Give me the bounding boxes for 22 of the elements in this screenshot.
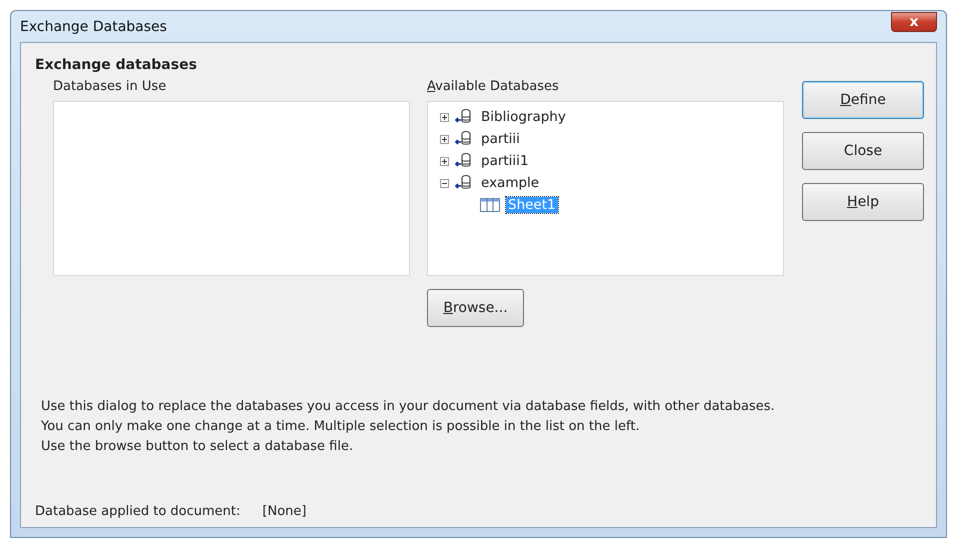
description-text: Use this dialog to replace the databases you access in your document via database fields, with other databases. You can only make one change at a time. Multiple selection is possible in the list on the left. (41, 398, 776, 436)
expander-icon[interactable] (440, 134, 449, 144)
dialog-button[interactable]: Define (802, 81, 924, 119)
expander-icon[interactable] (440, 156, 449, 166)
window-title: Exchange Databases (20, 18, 167, 34)
table-icon (480, 197, 500, 213)
dialog-button[interactable]: Close (802, 132, 924, 170)
available-databases-label: Available Databases (427, 79, 560, 94)
tree-item[interactable]: example (479, 175, 542, 191)
tree-item[interactable]: partiii1 (479, 153, 531, 169)
tree-item[interactable]: partiii (479, 131, 522, 147)
window-close-button[interactable]: x (891, 12, 937, 32)
databases-in-use-label: Databases in Use (53, 79, 168, 94)
dialog-button[interactable]: Help (802, 183, 924, 221)
expander-icon[interactable] (440, 178, 449, 188)
status-value: [None] (262, 504, 306, 519)
tree-item[interactable]: Bibliography (479, 109, 568, 125)
status-label: Database applied to document: (35, 504, 240, 519)
section-heading: Exchange databases (35, 57, 198, 73)
description-text: Use the browse button to select a database file. (41, 438, 354, 456)
browse-button[interactable]: Browse... (427, 289, 524, 327)
expander-icon[interactable] (440, 112, 449, 122)
